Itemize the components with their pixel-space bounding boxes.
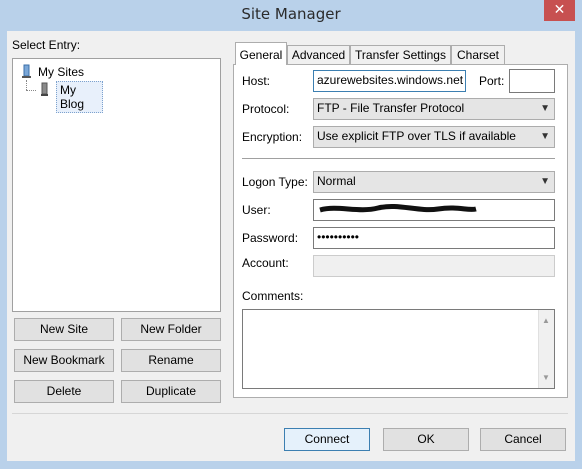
account-input (313, 255, 555, 277)
protocol-label: Protocol: (242, 102, 290, 116)
tree-item-my-sites[interactable]: My Sites (20, 64, 120, 80)
user-input[interactable] (313, 199, 555, 221)
new-bookmark-button[interactable]: New Bookmark (14, 349, 114, 372)
rename-button[interactable]: Rename (121, 349, 221, 372)
comments-scrollbar[interactable]: ▲ ▼ (538, 310, 554, 388)
close-icon: ✕ (553, 2, 566, 18)
site-tree[interactable]: My Sites My Blog (12, 58, 221, 312)
encryption-select[interactable]: Use explicit FTP over TLS if available ▼ (313, 126, 555, 148)
ok-button[interactable]: OK (383, 428, 469, 451)
server-folder-icon (22, 64, 31, 78)
tree-connector (26, 90, 36, 92)
comments-label: Comments: (242, 289, 304, 303)
new-folder-button[interactable]: New Folder (121, 318, 221, 341)
separator (242, 158, 555, 159)
general-tab-panel: Host: azurewebsites.windows.net Port: Pr… (233, 64, 568, 398)
account-label: Account: (242, 256, 289, 270)
site-icon (41, 82, 48, 96)
scroll-up-icon[interactable]: ▲ (542, 311, 550, 330)
tree-item-label: My Blog (56, 81, 103, 113)
logon-type-label: Logon Type: (242, 175, 308, 189)
tab-charset[interactable]: Charset (451, 45, 505, 65)
site-manager-window: Site Manager ✕ Select Entry: My Sites My… (0, 0, 582, 469)
tab-advanced[interactable]: Advanced (287, 45, 350, 65)
user-label: User: (242, 203, 271, 217)
tree-item-my-blog[interactable]: My Blog (39, 81, 103, 113)
tree-item-label: My Sites (38, 65, 85, 79)
protocol-select[interactable]: FTP - File Transfer Protocol ▼ (313, 98, 555, 120)
encryption-value: Use explicit FTP over TLS if available (317, 129, 516, 143)
chevron-down-icon: ▼ (540, 103, 550, 114)
new-site-button[interactable]: New Site (14, 318, 114, 341)
window-title: Site Manager (241, 5, 341, 23)
host-input[interactable]: azurewebsites.windows.net (313, 70, 466, 92)
password-input[interactable]: •••••••••• (313, 227, 555, 249)
tab-transfer-settings[interactable]: Transfer Settings (350, 45, 451, 65)
tab-general[interactable]: General (235, 42, 287, 65)
scroll-down-icon[interactable]: ▼ (542, 368, 550, 387)
close-button[interactable]: ✕ (544, 0, 575, 21)
chevron-down-icon: ▼ (540, 176, 550, 187)
delete-button[interactable]: Delete (14, 380, 114, 403)
cancel-button[interactable]: Cancel (480, 428, 566, 451)
duplicate-button[interactable]: Duplicate (121, 380, 221, 403)
password-label: Password: (242, 231, 299, 245)
port-label: Port: (479, 74, 505, 88)
connect-button[interactable]: Connect (284, 428, 370, 451)
redacted-username (319, 203, 477, 213)
tab-strip: General Advanced Transfer Settings Chars… (233, 42, 568, 65)
logon-type-value: Normal (317, 174, 356, 188)
port-input[interactable] (509, 69, 555, 93)
chevron-down-icon: ▼ (540, 131, 550, 142)
comments-textarea[interactable]: ▲ ▼ (242, 309, 555, 389)
encryption-label: Encryption: (242, 130, 303, 144)
bottom-separator (12, 413, 568, 414)
host-label: Host: (242, 74, 271, 88)
protocol-value: FTP - File Transfer Protocol (317, 101, 465, 115)
tree-connector (26, 80, 28, 90)
dialog-body: Select Entry: My Sites My Blog New Site … (7, 31, 575, 461)
select-entry-label: Select Entry: (12, 38, 81, 52)
title-bar[interactable]: Site Manager ✕ (0, 0, 582, 30)
logon-type-select[interactable]: Normal ▼ (313, 171, 555, 193)
